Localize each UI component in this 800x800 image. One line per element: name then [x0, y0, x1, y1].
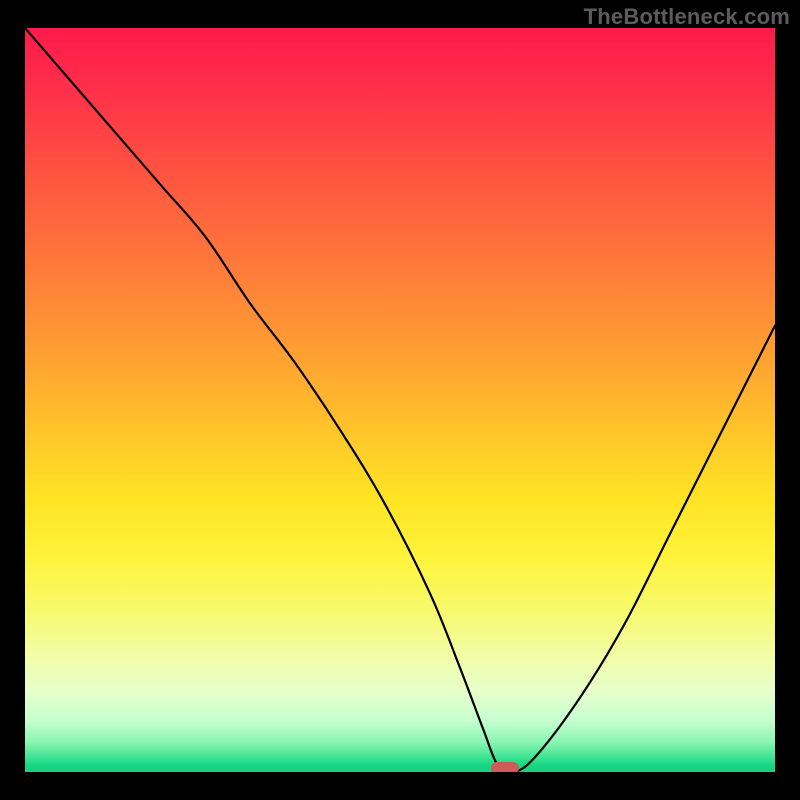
plot-area: [25, 28, 775, 772]
watermark-text: TheBottleneck.com: [584, 4, 790, 30]
chart-stage: TheBottleneck.com: [0, 0, 800, 800]
optimal-marker: [491, 762, 519, 772]
curve-path: [25, 28, 775, 772]
bottleneck-curve: [25, 28, 775, 772]
